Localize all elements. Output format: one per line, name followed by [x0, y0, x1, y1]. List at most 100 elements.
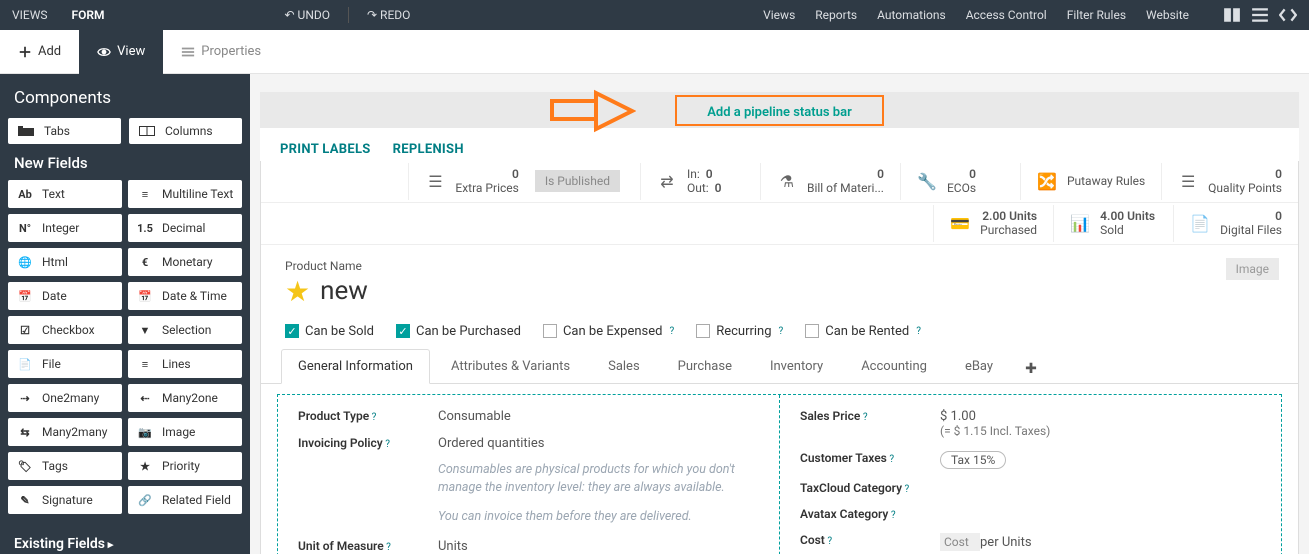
priority-icon: ★ — [134, 460, 156, 473]
cost-input[interactable] — [940, 533, 980, 551]
stat-quality[interactable]: ☰ 0Quality Points — [1161, 163, 1298, 200]
field-selection[interactable]: ▼Selection — [128, 316, 242, 344]
nav-access-control[interactable]: Access Control — [966, 8, 1047, 22]
tab-general[interactable]: General Information — [281, 349, 430, 384]
label-taxcloud: TaxCloud Category ? — [800, 481, 940, 495]
nav-website[interactable]: Website — [1146, 8, 1189, 22]
stat-digital[interactable]: 📄 0Digital Files — [1173, 205, 1298, 242]
nav-filter-rules[interactable]: Filter Rules — [1067, 8, 1126, 22]
tab-inventory[interactable]: Inventory — [753, 349, 840, 384]
redo-button[interactable]: ↷ REDO — [367, 8, 410, 22]
date-icon: 📅 — [14, 290, 36, 303]
undo-button[interactable]: ↶ UNDO — [285, 8, 331, 22]
replenish-button[interactable]: REPLENISH — [393, 142, 464, 157]
component-tabs[interactable]: Tabs — [8, 118, 121, 144]
value-product-type[interactable]: Consumable — [438, 409, 759, 424]
tab-add[interactable]: ✚ — [1014, 354, 1048, 384]
add-button[interactable]: Add — [0, 30, 79, 74]
field-related[interactable]: 🔗Related Field — [128, 486, 242, 514]
nav-form-tab[interactable]: FORM — [72, 8, 105, 22]
value-sales-price[interactable]: $ 1.00 (= $ 1.15 Incl. Taxes) — [940, 409, 1261, 439]
monetary-icon: € — [134, 256, 156, 269]
field-text[interactable]: AbText — [8, 180, 122, 208]
value-avatax[interactable] — [940, 507, 1261, 521]
field-checkbox[interactable]: ☑Checkbox — [8, 316, 122, 344]
many2one-icon: ⇠ — [134, 392, 156, 405]
image-placeholder[interactable]: Image — [1226, 258, 1279, 280]
code-icon[interactable] — [1279, 6, 1297, 24]
stat-putaway[interactable]: 🔀 Putaway Rules — [1020, 163, 1161, 200]
is-published-badge[interactable]: Is Published — [535, 170, 620, 192]
nav-views[interactable]: Views — [763, 8, 795, 22]
value-cost[interactable]: per Units — [940, 533, 1261, 551]
layout-icon-1[interactable] — [1223, 6, 1241, 24]
tab-accounting[interactable]: Accounting — [844, 349, 944, 384]
tab-purchase[interactable]: Purchase — [661, 349, 749, 384]
tab-attributes[interactable]: Attributes & Variants — [434, 349, 587, 384]
chk-can-be-purchased[interactable]: ✓Can be Purchased — [396, 324, 521, 339]
shuffle-icon: 🔀 — [1037, 172, 1057, 191]
field-priority[interactable]: ★Priority — [128, 452, 242, 480]
field-multiline[interactable]: ≡Multiline Text — [128, 180, 242, 208]
file-icon: 📄 — [14, 358, 36, 371]
field-monetary[interactable]: €Monetary — [128, 248, 242, 276]
pipeline-cta-text[interactable]: Add a pipeline status bar — [707, 105, 852, 120]
field-one2many[interactable]: ⇢One2many — [8, 384, 122, 412]
image-icon: 📷 — [134, 426, 156, 439]
stat-purchased[interactable]: 💳 2.00 UnitsPurchased — [933, 205, 1053, 242]
field-tags[interactable]: 🏷Tags — [8, 452, 122, 480]
stat-in-out[interactable]: ⇄ In:0 Out:0 — [640, 163, 760, 200]
field-lines[interactable]: ≡Lines — [128, 350, 242, 378]
stat-bom[interactable]: ⚗ 0Bill of Materi... — [760, 163, 900, 200]
field-many2many[interactable]: ⇆Many2many — [8, 418, 122, 446]
pipeline-dropzone[interactable]: Add a pipeline status bar — [260, 92, 1299, 128]
stat-sold[interactable]: 📊 4.00 UnitsSold — [1053, 205, 1173, 242]
label-invoicing: Invoicing Policy ? — [298, 436, 438, 527]
stat-extra-prices[interactable]: ☰ 0Extra Prices — [408, 163, 534, 200]
print-labels-button[interactable]: PRINT LABELS — [280, 142, 371, 157]
chk-can-be-sold[interactable]: ✓Can be Sold — [285, 324, 374, 339]
tabs-icon — [16, 126, 36, 136]
value-invoicing[interactable]: Ordered quantities Consumables are physi… — [438, 436, 759, 527]
nav-automations[interactable]: Automations — [877, 8, 946, 22]
chk-recurring[interactable]: Recurring? — [696, 324, 783, 339]
nav-reports[interactable]: Reports — [815, 8, 857, 22]
field-file[interactable]: 📄File — [8, 350, 122, 378]
label-sales-price: Sales Price ? — [800, 409, 940, 439]
form-actions: PRINT LABELS REPLENISH — [260, 128, 1299, 161]
tab-sales[interactable]: Sales — [591, 349, 657, 384]
value-customer-taxes[interactable]: Tax 15% — [940, 451, 1261, 469]
list-icon[interactable] — [1251, 6, 1269, 24]
field-datetime[interactable]: 📅Date & Time — [128, 282, 242, 310]
chk-can-be-rented[interactable]: Can be Rented? — [805, 324, 921, 339]
label-customer-taxes: Customer Taxes ? — [800, 451, 940, 469]
product-name[interactable]: new — [320, 276, 368, 306]
nav-views-tab[interactable]: VIEWS — [12, 8, 48, 22]
topbar: VIEWS FORM ↶ UNDO ↷ REDO Views Reports A… — [0, 0, 1309, 30]
field-many2one[interactable]: ⇠Many2one — [128, 384, 242, 412]
stat-ecos[interactable]: 🔧 0ECOs — [900, 163, 1020, 200]
favorite-star-icon[interactable]: ★ — [285, 275, 310, 308]
main-canvas: Add a pipeline status bar PRINT LABELS R… — [250, 74, 1309, 554]
card-icon: 💳 — [950, 214, 970, 233]
field-html[interactable]: 🌐Html — [8, 248, 122, 276]
flask-icon: ⚗ — [777, 172, 797, 191]
field-date[interactable]: 📅Date — [8, 282, 122, 310]
doc-icon: 📄 — [1190, 214, 1210, 233]
field-integer[interactable]: N°Integer — [8, 214, 122, 242]
pipeline-cta-highlight: Add a pipeline status bar — [675, 95, 884, 126]
value-taxcloud[interactable] — [940, 481, 1261, 495]
component-columns[interactable]: Columns — [129, 118, 242, 144]
field-signature[interactable]: ✎Signature — [8, 486, 122, 514]
chk-can-be-expensed[interactable]: Can be Expensed? — [543, 324, 674, 339]
field-image[interactable]: 📷Image — [128, 418, 242, 446]
lines-icon: ≡ — [134, 358, 156, 371]
field-decimal[interactable]: 1.5Decimal — [128, 214, 242, 242]
wrench-icon: 🔧 — [917, 172, 937, 191]
view-button[interactable]: View — [79, 30, 163, 74]
tab-ebay[interactable]: eBay — [948, 349, 1010, 384]
existing-fields-toggle[interactable]: Existing Fields — [8, 530, 242, 554]
value-uom[interactable]: Units — [438, 539, 759, 554]
properties-button[interactable]: Properties — [163, 30, 279, 74]
tags-icon: 🏷 — [14, 460, 36, 473]
